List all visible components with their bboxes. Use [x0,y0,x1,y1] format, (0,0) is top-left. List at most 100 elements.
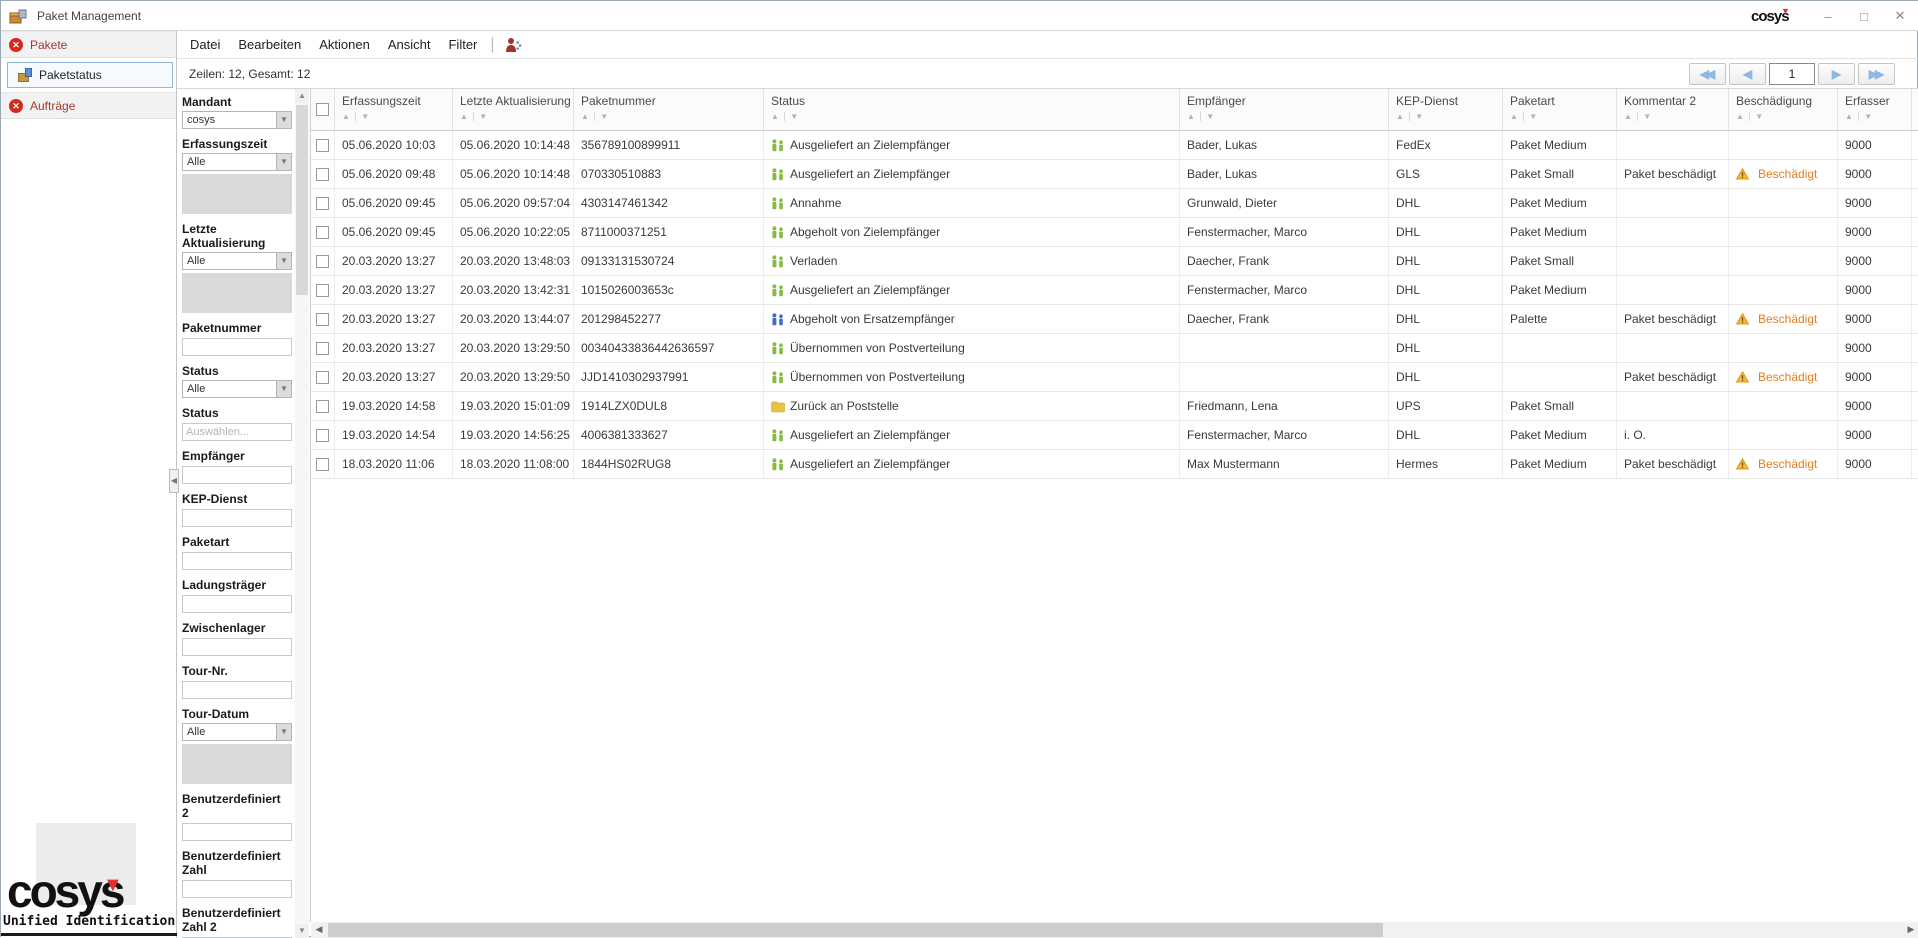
chevron-down-icon[interactable]: ▼ [276,381,291,397]
sort-ascending-icon[interactable]: ▲ [1510,112,1519,121]
sort-descending-icon[interactable]: ▼ [1643,112,1652,121]
sort-ascending-icon[interactable]: ▲ [1845,112,1854,121]
sidebar-item-paketstatus[interactable]: Paketstatus [7,62,173,88]
sort-ascending-icon[interactable]: ▲ [771,112,780,121]
row-checkbox[interactable] [316,284,329,297]
table-row[interactable]: 20.03.2020 13:2720.03.2020 13:44:0720129… [311,305,1918,334]
menu-item-aktionen[interactable]: Aktionen [310,34,379,55]
sort-ascending-icon[interactable]: ▲ [1396,112,1405,121]
user-package-toolbar-icon[interactable] [505,37,522,53]
filter-input-benutzerdefiniert-2[interactable] [182,823,292,841]
sort-controls[interactable]: ▲ | ▼ [1845,111,1873,121]
row-checkbox[interactable] [316,458,329,471]
horizontal-scrollbar[interactable]: ◀ ▶ [311,922,1918,938]
next-page-button[interactable]: ▶ [1818,63,1855,85]
sidebar-item-pakete[interactable]: ✕Pakete [1,31,176,58]
filter-select-status[interactable]: Alle▼ [182,380,292,398]
column-header-kommentar-2[interactable]: Kommentar 2▲ | ▼ [1617,89,1729,130]
sort-descending-icon[interactable]: ▼ [1415,112,1424,121]
sort-controls[interactable]: ▲ | ▼ [581,111,609,121]
table-row[interactable]: 20.03.2020 13:2720.03.2020 13:42:3110150… [311,276,1918,305]
column-header-empfänger[interactable]: Empfänger▲ | ▼ [1180,89,1389,130]
sort-controls[interactable]: ▲ | ▼ [1187,111,1215,121]
table-row[interactable]: 20.03.2020 13:2720.03.2020 13:29:5000340… [311,334,1918,363]
minimize-button[interactable]: – [1817,9,1839,24]
filter-input-status[interactable] [182,423,292,441]
chevron-down-icon[interactable]: ▼ [276,154,291,170]
column-header-kep-dienst[interactable]: KEP-Dienst▲ | ▼ [1389,89,1503,130]
sort-descending-icon[interactable]: ▼ [1864,112,1873,121]
table-row[interactable]: 20.03.2020 13:2720.03.2020 13:29:50JJD14… [311,363,1918,392]
column-header-erfasser[interactable]: Erfasser▲ | ▼ [1838,89,1912,130]
sort-ascending-icon[interactable]: ▲ [342,112,351,121]
filter-select-tour-datum[interactable]: Alle▼ [182,723,292,741]
row-checkbox[interactable] [316,400,329,413]
row-checkbox[interactable] [316,168,329,181]
row-checkbox[interactable] [316,371,329,384]
table-row[interactable]: 05.06.2020 09:4505.06.2020 10:22:0587110… [311,218,1918,247]
sort-descending-icon[interactable]: ▼ [479,112,488,121]
sort-controls[interactable]: ▲ | ▼ [1510,111,1538,121]
sort-ascending-icon[interactable]: ▲ [1624,112,1633,121]
column-header-beschädigung[interactable]: Beschädigung▲ | ▼ [1729,89,1838,130]
sort-descending-icon[interactable]: ▼ [1529,112,1538,121]
menu-item-ansicht[interactable]: Ansicht [379,34,440,55]
filter-input-ladungsträger[interactable] [182,595,292,613]
sort-controls[interactable]: ▲ | ▼ [1736,111,1764,121]
menu-item-bearbeiten[interactable]: Bearbeiten [229,34,310,55]
filter-input-kep-dienst[interactable] [182,509,292,527]
sort-controls[interactable]: ▲ | ▼ [771,111,799,121]
chevron-down-icon[interactable]: ▼ [276,112,291,128]
filter-select-letzte-aktualisierung[interactable]: Alle▼ [182,252,292,270]
filter-input-paketart[interactable] [182,552,292,570]
sidebar-item-aufträge[interactable]: ✕Aufträge [1,92,176,119]
chevron-down-icon[interactable]: ▼ [276,253,291,269]
filter-input-zwischenlager[interactable] [182,638,292,656]
menu-item-filter[interactable]: Filter [439,34,486,55]
table-row[interactable]: 19.03.2020 14:5819.03.2020 15:01:091914L… [311,392,1918,421]
row-checkbox[interactable] [316,342,329,355]
filter-select-erfassungszeit[interactable]: Alle▼ [182,153,292,171]
filter-collapse-toggle[interactable]: ◀ [169,469,179,493]
sort-descending-icon[interactable]: ▼ [361,112,370,121]
sort-ascending-icon[interactable]: ▲ [581,112,590,121]
filter-scroll-up-icon[interactable]: ▲ [295,89,309,103]
column-header-letzte-aktualisierung[interactable]: Letzte Aktualisierung▲ | ▼ [453,89,574,130]
table-row[interactable]: 05.06.2020 09:4505.06.2020 09:57:0443031… [311,189,1918,218]
row-checkbox[interactable] [316,255,329,268]
first-page-button[interactable]: ◀◀ [1689,63,1726,85]
row-checkbox[interactable] [316,139,329,152]
menu-item-datei[interactable]: Datei [181,34,229,55]
table-row[interactable]: 05.06.2020 09:4805.06.2020 10:14:4807033… [311,160,1918,189]
last-page-button[interactable]: ▶▶ [1858,63,1895,85]
filter-input-tour-nr-[interactable] [182,681,292,699]
sort-ascending-icon[interactable]: ▲ [460,112,469,121]
table-row[interactable]: 20.03.2020 13:2720.03.2020 13:48:0309133… [311,247,1918,276]
sort-controls[interactable]: ▲ | ▼ [1624,111,1652,121]
sort-descending-icon[interactable]: ▼ [790,112,799,121]
scroll-right-icon[interactable]: ▶ [1903,922,1918,938]
sort-descending-icon[interactable]: ▼ [1755,112,1764,121]
sort-descending-icon[interactable]: ▼ [1206,112,1215,121]
column-header-status[interactable]: Status▲ | ▼ [764,89,1180,130]
chevron-down-icon[interactable]: ▼ [276,724,291,740]
filter-input-empfänger[interactable] [182,466,292,484]
filter-scroll-down-icon[interactable]: ▼ [295,924,309,938]
row-checkbox[interactable] [316,197,329,210]
horizontal-scroll-thumb[interactable] [328,923,1383,937]
select-all-checkbox[interactable] [316,103,329,116]
sort-descending-icon[interactable]: ▼ [600,112,609,121]
filter-input-benutzerdefiniert-zahl[interactable] [182,880,292,898]
sort-controls[interactable]: ▲ | ▼ [460,111,488,121]
previous-page-button[interactable]: ◀ [1729,63,1766,85]
row-checkbox[interactable] [316,429,329,442]
row-checkbox[interactable] [316,226,329,239]
row-checkbox[interactable] [316,313,329,326]
sort-ascending-icon[interactable]: ▲ [1187,112,1196,121]
filter-scrollbar[interactable]: ▲ ▼ [295,89,309,938]
column-header-paketnummer[interactable]: Paketnummer▲ | ▼ [574,89,764,130]
page-number-input[interactable] [1769,63,1815,85]
sort-controls[interactable]: ▲ | ▼ [1396,111,1424,121]
column-header-paketart[interactable]: Paketart▲ | ▼ [1503,89,1617,130]
scroll-left-icon[interactable]: ◀ [311,922,327,938]
